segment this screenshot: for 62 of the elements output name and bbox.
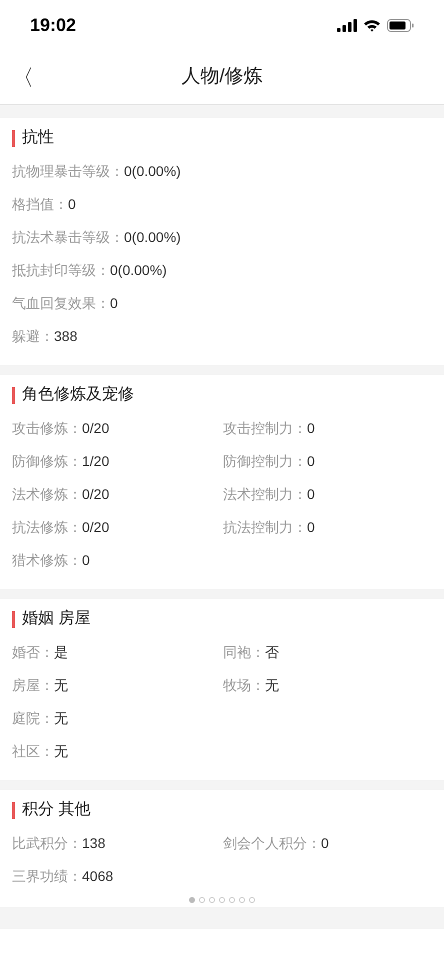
field-label: 同袍： <box>223 643 265 662</box>
field-value: 无 <box>54 709 68 728</box>
field-value: 0(0.00%) <box>124 162 181 181</box>
field-label: 防御控制力： <box>223 452 307 471</box>
field-value: 0(0.00%) <box>124 228 181 247</box>
section-title: 角色修炼及宠修 <box>22 384 134 405</box>
accent-bar <box>12 386 15 404</box>
field-value: 0 <box>82 551 90 570</box>
accent-bar <box>12 610 15 628</box>
field-label: 房屋： <box>12 676 54 695</box>
field-label: 猎术修炼： <box>12 551 82 570</box>
field-value: 0/20 <box>82 485 110 504</box>
signal-icon <box>337 18 357 32</box>
field-label: 抗物理暴击等级： <box>12 162 124 181</box>
field-label: 躲避： <box>12 327 54 346</box>
battery-icon <box>387 18 414 32</box>
field-value: 无 <box>265 676 279 695</box>
wifi-icon <box>363 18 381 32</box>
field-value: 是 <box>54 643 68 662</box>
field-value: 0 <box>307 518 315 537</box>
field-value: 0 <box>321 834 329 853</box>
field-label: 气血回复效果： <box>12 294 110 313</box>
accent-bar <box>12 802 15 818</box>
field-value: 否 <box>265 643 279 662</box>
section-title: 积分 其他 <box>22 800 90 820</box>
field-value: 1/20 <box>82 452 110 471</box>
field-label: 攻击修炼： <box>12 419 82 438</box>
field-label: 抗法控制力： <box>223 518 307 537</box>
field-label: 防御修炼： <box>12 452 82 471</box>
field-value: 0/20 <box>82 518 110 537</box>
field-label: 格挡值： <box>12 195 68 214</box>
status-time: 19:02 <box>30 14 76 36</box>
field-value: 无 <box>54 742 68 761</box>
field-value: 0 <box>307 452 315 471</box>
section-title: 抗性 <box>22 128 54 148</box>
field-value: 0 <box>307 485 315 504</box>
field-label: 社区： <box>12 742 54 761</box>
field-label: 三界功绩： <box>12 867 82 886</box>
section-title: 婚姻 房屋 <box>22 608 90 629</box>
field-label: 比武积分： <box>12 834 82 853</box>
field-value: 0 <box>68 195 76 214</box>
field-label: 法术控制力： <box>223 485 307 504</box>
field-label: 法术修炼： <box>12 485 82 504</box>
field-label: 婚否： <box>12 643 54 662</box>
field-value: 138 <box>82 834 106 853</box>
page-title: 人物/修炼 <box>181 64 263 89</box>
field-value: 4068 <box>82 867 114 886</box>
field-value: 0/20 <box>82 419 110 438</box>
back-button[interactable]: 〈 <box>8 60 38 94</box>
field-label: 抗法术暴击等级： <box>12 228 124 247</box>
field-label: 剑会个人积分： <box>223 834 321 853</box>
field-value: 0(0.00%) <box>110 261 167 280</box>
field-value: 0 <box>307 419 315 438</box>
field-label: 抵抗封印等级： <box>12 261 110 280</box>
field-label: 庭院： <box>12 709 54 728</box>
field-label: 抗法修炼： <box>12 518 82 537</box>
field-label: 攻击控制力： <box>223 419 307 438</box>
field-label: 牧场： <box>223 676 265 695</box>
field-value: 0 <box>110 294 118 313</box>
field-value: 388 <box>54 327 78 346</box>
accent-bar <box>12 130 15 146</box>
field-value: 无 <box>54 676 68 695</box>
